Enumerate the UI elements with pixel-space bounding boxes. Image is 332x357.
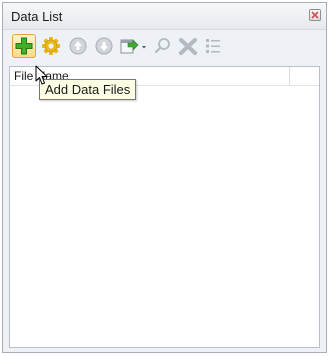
list-icon [206,39,220,53]
remove-button[interactable] [176,34,200,58]
title-bar: Data List [3,3,326,30]
close-button[interactable] [309,9,321,21]
toolbar [3,30,326,62]
export-icon [120,39,146,54]
move-down-button[interactable] [92,34,116,58]
close-icon [311,11,319,19]
gear-icon [42,37,60,55]
search-button[interactable] [151,34,175,58]
data-file-list[interactable]: File Name [9,66,320,348]
data-list-panel: Data List File Name [2,2,327,353]
column-divider[interactable] [289,67,290,85]
add-data-files-tooltip: Add Data Files [39,79,137,100]
arrow-up-circle-icon [69,37,87,55]
panel-title: Data List [11,9,63,24]
remove-x-icon [179,38,197,55]
list-options-button[interactable] [201,34,225,58]
export-button[interactable] [118,34,148,58]
mouse-cursor-icon [35,65,48,85]
settings-button[interactable] [39,34,63,58]
move-up-button[interactable] [66,34,90,58]
plus-icon [15,37,33,55]
add-data-files-button[interactable] [12,34,36,58]
search-icon [154,38,170,54]
arrow-down-circle-icon [95,37,113,55]
